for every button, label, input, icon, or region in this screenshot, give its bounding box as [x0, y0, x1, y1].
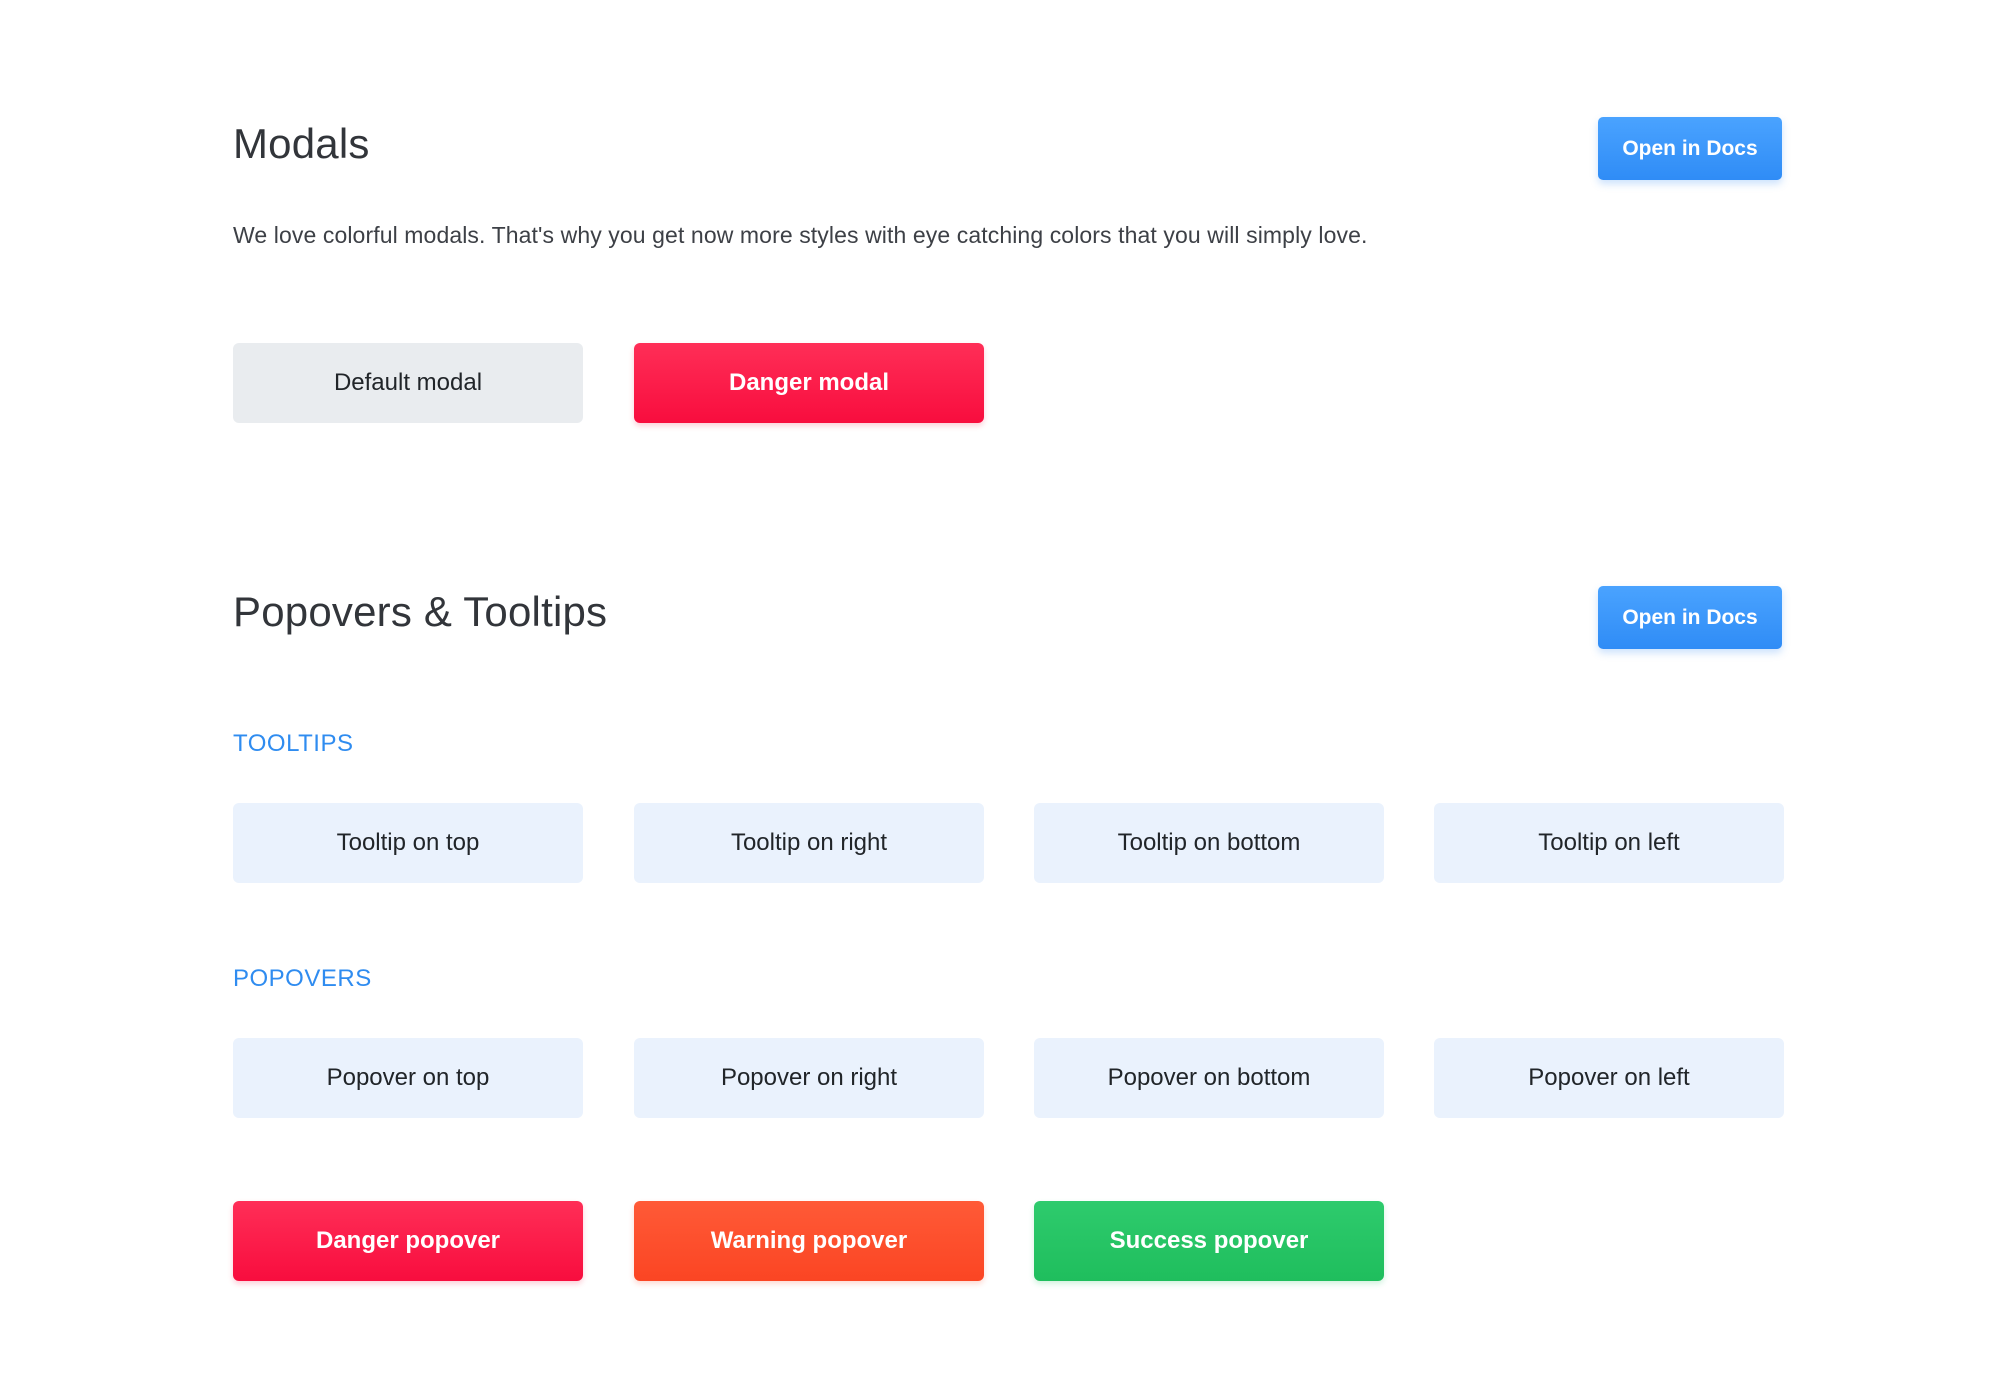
- popover-on-bottom-button[interactable]: Popover on bottom: [1034, 1038, 1384, 1118]
- tooltip-on-left-button[interactable]: Tooltip on left: [1434, 803, 1784, 883]
- page: Modals Open in Docs We love colorful mod…: [0, 0, 2000, 1384]
- danger-modal-button[interactable]: Danger modal: [634, 343, 984, 423]
- danger-popover-button[interactable]: Danger popover: [233, 1201, 583, 1281]
- popovers-label: POPOVERS: [233, 965, 372, 992]
- popovers-open-in-docs-button[interactable]: Open in Docs: [1598, 586, 1782, 649]
- warning-popover-button[interactable]: Warning popover: [634, 1201, 984, 1281]
- default-modal-button[interactable]: Default modal: [233, 343, 583, 423]
- success-popover-button[interactable]: Success popover: [1034, 1201, 1384, 1281]
- popover-on-right-button[interactable]: Popover on right: [634, 1038, 984, 1118]
- popover-on-top-button[interactable]: Popover on top: [233, 1038, 583, 1118]
- tooltip-on-bottom-button[interactable]: Tooltip on bottom: [1034, 803, 1384, 883]
- popovers-tooltips-title: Popovers & Tooltips: [233, 588, 608, 635]
- tooltips-label: TOOLTIPS: [233, 730, 354, 757]
- tooltip-on-top-button[interactable]: Tooltip on top: [233, 803, 583, 883]
- tooltip-on-right-button[interactable]: Tooltip on right: [634, 803, 984, 883]
- modals-title: Modals: [233, 120, 370, 167]
- modals-open-in-docs-button[interactable]: Open in Docs: [1598, 117, 1782, 180]
- modals-description: We love colorful modals. That's why you …: [233, 222, 1368, 248]
- popover-on-left-button[interactable]: Popover on left: [1434, 1038, 1784, 1118]
